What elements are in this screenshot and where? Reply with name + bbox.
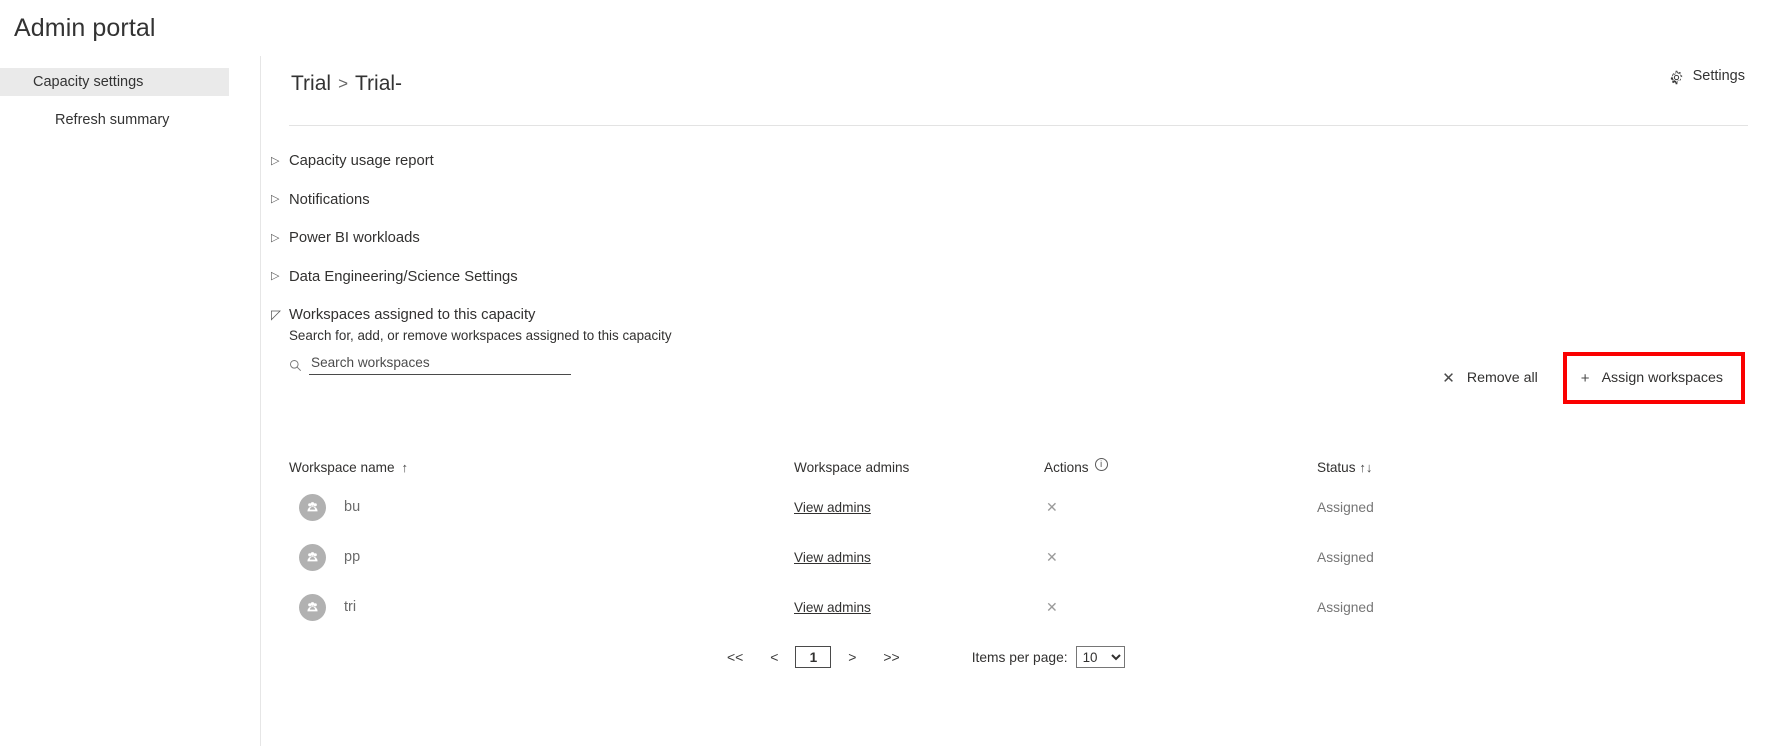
column-label: Actions — [1044, 459, 1089, 475]
sort-ascending-icon: ↑ — [401, 459, 409, 475]
gear-icon — [1669, 70, 1684, 85]
status-badge: Assigned — [1317, 550, 1374, 565]
items-per-page-select[interactable]: 102550100 — [1075, 646, 1125, 668]
next-page-button[interactable]: > — [841, 649, 863, 665]
search-container — [289, 353, 571, 375]
section-label: Data Engineering/Science Settings — [289, 268, 518, 285]
page-title: Admin portal — [14, 13, 156, 42]
column-label: Status — [1317, 459, 1356, 475]
remove-all-button[interactable]: ✕ Remove all — [1426, 356, 1554, 400]
assign-workspaces-label: Assign workspaces — [1601, 370, 1723, 386]
pagination: << < 1 > >> Items per page: 102550100 — [261, 646, 1767, 668]
section-label: Workspaces assigned to this capacity — [289, 307, 536, 324]
current-page-input[interactable]: 1 — [795, 646, 832, 668]
sidebar-item-capacity-settings[interactable]: Capacity settings — [0, 68, 229, 96]
column-label: Workspace name — [289, 459, 395, 475]
workspaces-action-bar: ✕ Remove all + Assign workspaces — [1426, 352, 1745, 404]
header-divider — [289, 125, 1748, 126]
table-row: pp View admins ✕ Assigned — [261, 532, 1767, 582]
section-data-engineering-science-settings[interactable]: Data Engineering/Science Settings — [261, 258, 1767, 297]
section-notifications[interactable]: Notifications — [261, 181, 1767, 220]
plus-icon: + — [1580, 369, 1590, 387]
remove-all-label: Remove all — [1466, 370, 1538, 386]
workspaces-description: Search for, add, or remove workspaces as… — [289, 328, 672, 343]
view-admins-link[interactable]: View admins — [794, 600, 871, 615]
close-icon: ✕ — [1442, 369, 1455, 387]
search-input[interactable] — [309, 353, 571, 375]
chevron-right-icon — [271, 156, 289, 167]
last-page-button[interactable]: >> — [877, 649, 905, 665]
assign-workspaces-highlight: + Assign workspaces — [1562, 352, 1745, 404]
table-header-row: Workspace name ↑ Workspace admins Action… — [261, 452, 1767, 482]
workspace-name: pp — [344, 549, 361, 565]
settings-label: Settings — [1692, 68, 1745, 84]
section-label: Capacity usage report — [289, 153, 434, 170]
section-capacity-usage-report[interactable]: Capacity usage report — [261, 142, 1767, 181]
sidebar: Capacity settings Refresh summary — [0, 56, 261, 746]
chevron-right-icon — [271, 271, 289, 282]
column-header-actions: Actions i — [1044, 457, 1317, 475]
workspace-name: bu — [344, 499, 361, 515]
sidebar-item-label: Refresh summary — [55, 112, 170, 128]
chevron-right-icon — [271, 194, 289, 205]
app-header: Admin portal — [0, 0, 1767, 56]
workspaces-table: Workspace name ↑ Workspace admins Action… — [261, 452, 1767, 632]
breadcrumb-separator: > — [338, 74, 348, 93]
view-admins-link[interactable]: View admins — [794, 500, 871, 515]
settings-sections: Capacity usage report Notifications Powe… — [261, 142, 1767, 335]
sidebar-item-label: Capacity settings — [33, 74, 144, 90]
column-header-workspace-name[interactable]: Workspace name ↑ — [289, 460, 794, 475]
settings-button[interactable]: Settings — [1669, 68, 1745, 84]
workspace-name: tri — [344, 599, 357, 615]
assign-workspaces-button[interactable]: + Assign workspaces — [1567, 356, 1741, 400]
chevron-right-icon — [271, 233, 289, 244]
breadcrumb-root[interactable]: Trial — [291, 72, 331, 95]
status-badge: Assigned — [1317, 600, 1374, 615]
sidebar-item-refresh-summary[interactable]: Refresh summary — [0, 106, 260, 134]
main-content: Trial > Trial- Settings Capacity usage rep… — [261, 56, 1767, 746]
previous-page-button[interactable]: < — [763, 649, 785, 665]
section-power-bi-workloads[interactable]: Power BI workloads — [261, 219, 1767, 258]
group-avatar-icon — [299, 543, 326, 571]
section-label: Notifications — [289, 191, 370, 208]
table-row: bu View admins ✕ Assigned — [261, 482, 1767, 532]
column-label: Workspace admins — [794, 459, 910, 475]
chevron-down-icon — [271, 308, 289, 322]
remove-workspace-icon[interactable]: ✕ — [1044, 499, 1058, 516]
column-header-workspace-admins: Workspace admins — [794, 460, 1044, 475]
remove-workspace-icon[interactable]: ✕ — [1044, 549, 1058, 566]
group-avatar-icon — [299, 593, 326, 621]
column-header-status[interactable]: Status ↑↓ — [1317, 460, 1507, 475]
remove-workspace-icon[interactable]: ✕ — [1044, 599, 1058, 616]
first-page-button[interactable]: << — [721, 649, 749, 665]
sort-toggle-icon: ↑↓ — [1359, 459, 1373, 475]
info-icon[interactable]: i — [1094, 457, 1108, 471]
view-admins-link[interactable]: View admins — [794, 550, 871, 565]
search-icon — [289, 359, 302, 372]
breadcrumb-current: Trial- — [355, 72, 403, 95]
group-avatar-icon — [299, 493, 326, 521]
section-label: Power BI workloads — [289, 230, 420, 247]
table-row: tri View admins ✕ Assigned — [261, 582, 1767, 632]
status-badge: Assigned — [1317, 500, 1374, 515]
breadcrumb: Trial > Trial- — [291, 62, 1767, 106]
items-per-page-label: Items per page: — [971, 649, 1068, 665]
